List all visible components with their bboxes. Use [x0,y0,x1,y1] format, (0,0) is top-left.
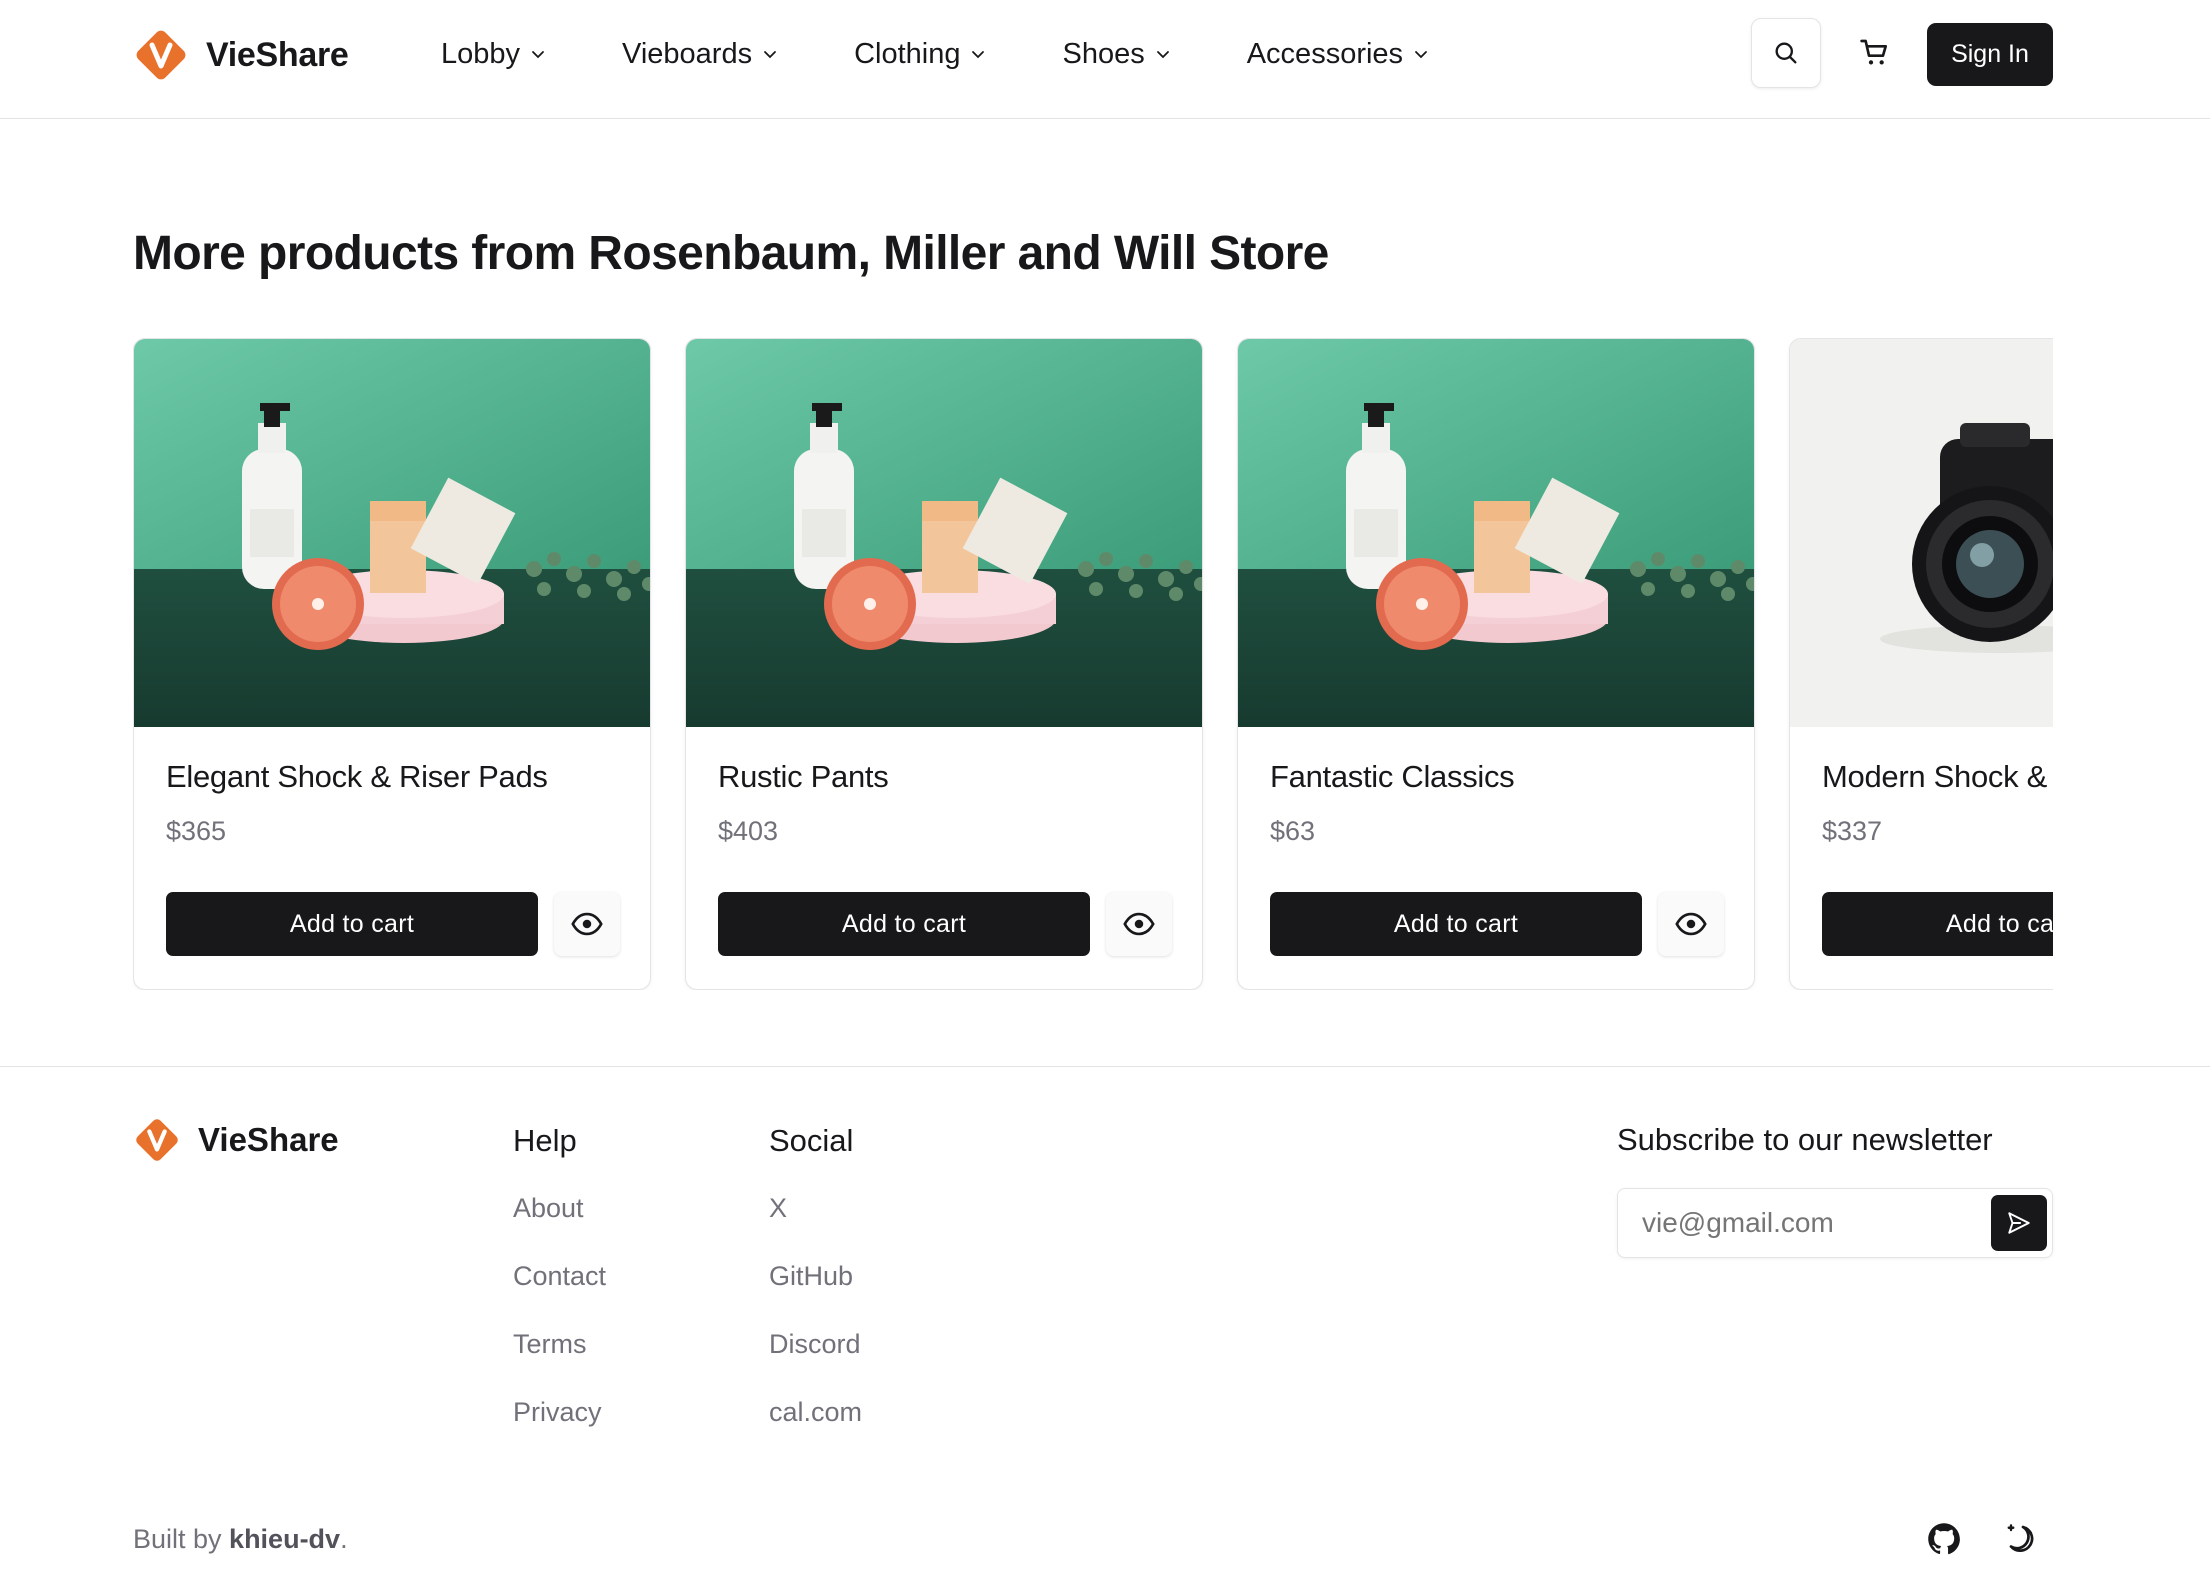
cart-icon [1860,39,1887,65]
footer-link-privacy[interactable]: Privacy [513,1397,606,1465]
nav-label: Vieboards [622,37,753,70]
built-by-suffix: . [340,1524,348,1554]
quick-view-button[interactable] [1106,892,1172,956]
product-price: $63 [1270,816,1316,846]
newsletter-email-input[interactable] [1642,1203,1972,1243]
product-image-link[interactable] [134,339,650,727]
product-image-link[interactable] [1238,339,1754,727]
nav-label: Accessories [1246,37,1404,70]
product-card: Modern Shock & Riser Pads $337 Add to ca… [1789,338,2053,990]
send-icon [2008,1212,2030,1234]
page-title: More products from Rosenbaum, Miller and… [133,227,1329,280]
chevron-down-icon [1156,51,1169,59]
footer-link-discord[interactable]: Discord [769,1329,862,1397]
nav-accessories[interactable]: Accessories [1247,36,1429,72]
eye-icon [1675,912,1707,936]
chevron-down-icon [764,51,776,59]
add-to-cart-button[interactable]: Add to cart [1270,892,1642,956]
product-image-link[interactable] [686,339,1202,727]
footer-link-about[interactable]: About [513,1193,606,1261]
built-by-prefix: Built by [133,1524,230,1554]
product-name[interactable]: Elegant Shock & Riser Pads [166,759,548,795]
author-link[interactable]: khieu-dv [229,1524,340,1554]
brand-name: VieShare [206,35,349,74]
search-button[interactable] [1751,18,1821,88]
footer-link-contact[interactable]: Contact [513,1261,606,1329]
product-card: Rustic Pants $403 Add to cart [685,338,1203,990]
nav-clothing[interactable]: Clothing [854,36,986,72]
theme-toggle-icon[interactable] [2002,1521,2038,1557]
chevron-down-icon [532,51,544,59]
footer-heading: Help [513,1123,577,1158]
quick-view-button[interactable] [554,892,620,956]
newsletter-heading: Subscribe to our newsletter [1617,1122,1993,1157]
add-to-cart-button[interactable]: Add to cart [1822,892,2053,956]
chevron-down-icon [972,51,985,59]
footer-link-terms[interactable]: Terms [513,1329,606,1397]
vieshare-logo-icon [136,1119,178,1161]
product-carousel[interactable]: Elegant Shock & Riser Pads $365 Add to c… [133,338,2053,990]
footer-social-column: Social X GitHub Discord cal.com [769,1123,862,1465]
chevron-down-icon [1415,51,1427,59]
nav-vieboards[interactable]: Vieboards [622,36,778,72]
site-header: VieShare Lobby Vieboards Clothing Shoes … [0,0,2210,119]
product-image-link[interactable] [1790,339,2053,727]
product-name[interactable]: Fantastic Classics [1270,759,1515,795]
brand-name: VieShare [198,1121,339,1158]
skincare-products-photo [686,339,1202,727]
product-card: Fantastic Classics $63 Add to cart [1237,338,1755,990]
search-icon [1775,42,1797,64]
github-icon[interactable] [1926,1521,1962,1557]
skincare-products-photo [1238,339,1754,727]
nav-label: Clothing [854,37,961,70]
sign-in-button[interactable]: Sign In [1927,23,2053,86]
cart-button[interactable] [1840,18,1910,88]
nav-label: Lobby [441,37,521,70]
product-price: $337 [1822,816,1883,846]
main-nav: Lobby Vieboards Clothing Shoes Accessori… [441,36,1505,72]
product-price: $365 [166,816,227,846]
product-name[interactable]: Modern Shock & Riser Pads [1822,759,2053,795]
newsletter-section: Subscribe to our newsletter [1617,1122,1993,1158]
built-by-text: Built by khieu-dv. [133,1524,348,1555]
footer-heading: Social [769,1123,854,1158]
eye-icon [571,912,603,936]
nav-lobby[interactable]: Lobby [441,36,546,72]
add-to-cart-button[interactable]: Add to cart [718,892,1090,956]
vieshare-logo-icon [136,30,186,80]
newsletter-form [1617,1188,2053,1258]
nav-shoes[interactable]: Shoes [1062,36,1170,72]
product-name[interactable]: Rustic Pants [718,759,889,795]
camera-photo [1790,339,2053,727]
newsletter-submit-button[interactable] [1991,1195,2047,1251]
footer-link-x[interactable]: X [769,1193,862,1261]
skincare-products-photo [134,339,650,727]
footer-brand-link[interactable]: VieShare [134,1117,339,1163]
footer-link-calcom[interactable]: cal.com [769,1397,862,1465]
eye-icon [1123,912,1155,936]
footer-link-github[interactable]: GitHub [769,1261,862,1329]
product-price: $403 [718,816,779,846]
nav-label: Shoes [1062,37,1145,70]
footer-help-column: Help About Contact Terms Privacy [513,1123,606,1465]
quick-view-button[interactable] [1658,892,1724,956]
product-card: Elegant Shock & Riser Pads $365 Add to c… [133,338,651,990]
add-to-cart-button[interactable]: Add to cart [166,892,538,956]
brand-logo-link[interactable]: VieShare [134,28,349,82]
